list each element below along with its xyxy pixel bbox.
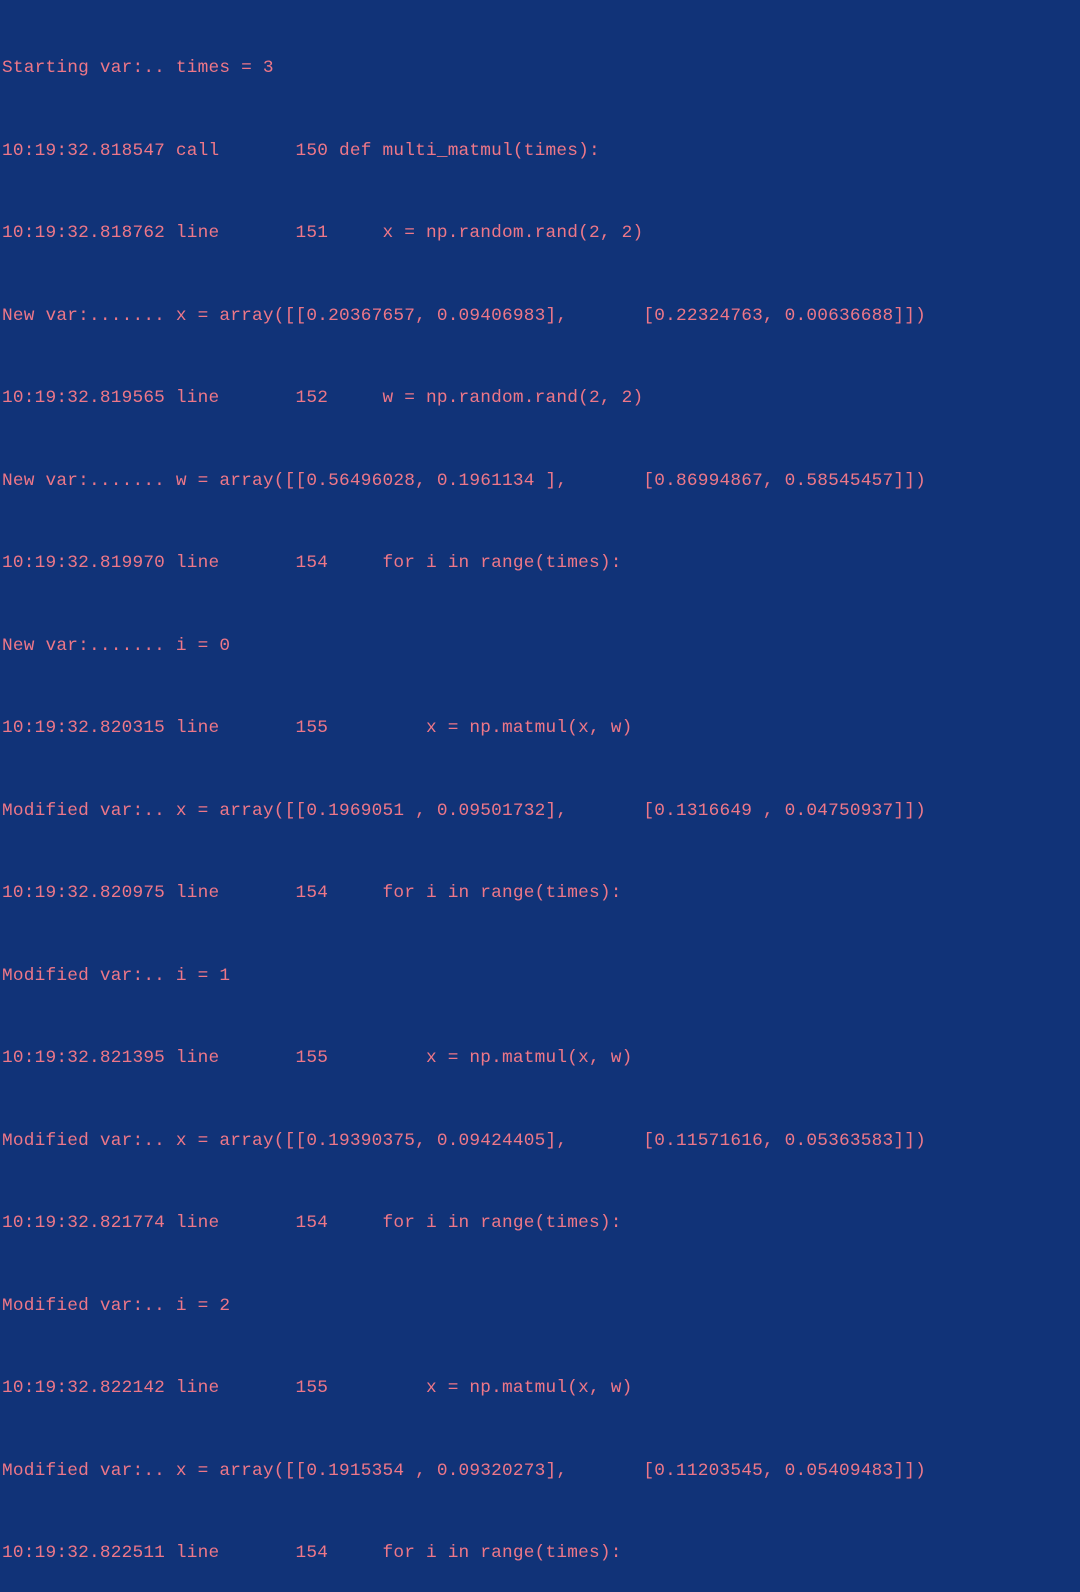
trace-line: New var:....... i = 0: [2, 633, 1078, 661]
debug-trace-output: Starting var:.. times = 3 10:19:32.81854…: [0, 0, 1080, 1592]
trace-line: Modified var:.. i = 2: [2, 1293, 1078, 1321]
trace-line: New var:....... x = array([[0.20367657, …: [2, 303, 1078, 331]
trace-line: 10:19:32.822142 line 155 x = np.matmul(x…: [2, 1375, 1078, 1403]
trace-line: Modified var:.. i = 1: [2, 963, 1078, 991]
trace-line: Modified var:.. x = array([[0.19390375, …: [2, 1128, 1078, 1156]
trace-line: 10:19:32.821774 line 154 for i in range(…: [2, 1210, 1078, 1238]
trace-line: 10:19:32.822511 line 154 for i in range(…: [2, 1540, 1078, 1568]
trace-line: 10:19:32.819565 line 152 w = np.random.r…: [2, 385, 1078, 413]
trace-line: New var:....... w = array([[0.56496028, …: [2, 468, 1078, 496]
trace-line: 10:19:32.819970 line 154 for i in range(…: [2, 550, 1078, 578]
trace-line: 10:19:32.821395 line 155 x = np.matmul(x…: [2, 1045, 1078, 1073]
trace-line: 10:19:32.820315 line 155 x = np.matmul(x…: [2, 715, 1078, 743]
trace-line: Starting var:.. times = 3: [2, 55, 1078, 83]
trace-line: 10:19:32.818547 call 150 def multi_matmu…: [2, 138, 1078, 166]
trace-line: Modified var:.. x = array([[0.1915354 , …: [2, 1458, 1078, 1486]
trace-line: 10:19:32.820975 line 154 for i in range(…: [2, 880, 1078, 908]
trace-line: Modified var:.. x = array([[0.1969051 , …: [2, 798, 1078, 826]
trace-line: 10:19:32.818762 line 151 x = np.random.r…: [2, 220, 1078, 248]
